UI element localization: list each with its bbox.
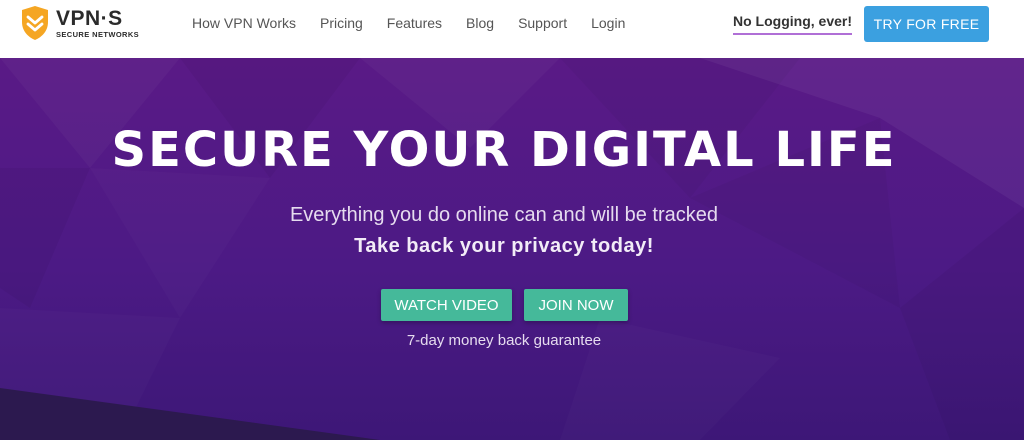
brand-logo[interactable]: VPN·S SECURE NETWORKS: [20, 5, 139, 41]
join-now-button[interactable]: JOIN NOW: [524, 289, 628, 321]
hero-subtitle: Everything you do online can and will be…: [289, 204, 719, 226]
hero-subtitle-bold: Take back your privacy today!: [354, 235, 654, 257]
logo-subtitle: SECURE NETWORKS: [56, 29, 140, 39]
nav-link-login[interactable]: Login: [591, 15, 625, 31]
no-logging-tagline[interactable]: No Logging, ever!: [733, 13, 852, 35]
watch-video-button[interactable]: WATCH VIDEO: [381, 289, 512, 321]
top-navbar: VPN·S SECURE NETWORKS How VPN Works Pric…: [0, 0, 1024, 58]
hero-section: SECURE YOUR DIGITAL LIFE Everything you …: [0, 58, 1024, 440]
money-back-guarantee: 7-day money back guarantee: [406, 332, 602, 349]
try-for-free-button[interactable]: TRY FOR FREE: [864, 6, 989, 42]
logo-name: VPN·S: [56, 6, 123, 30]
main-nav: How VPN Works Pricing Features Blog Supp…: [192, 0, 649, 46]
hero-title: SECURE YOUR DIGITAL LIFE: [111, 122, 897, 178]
nav-link-support[interactable]: Support: [518, 15, 567, 31]
nav-link-pricing[interactable]: Pricing: [320, 15, 363, 31]
nav-link-features[interactable]: Features: [387, 15, 442, 31]
shield-logo-icon: [22, 6, 48, 40]
nav-link-how-vpn-works[interactable]: How VPN Works: [192, 15, 296, 31]
nav-link-blog[interactable]: Blog: [466, 15, 494, 31]
